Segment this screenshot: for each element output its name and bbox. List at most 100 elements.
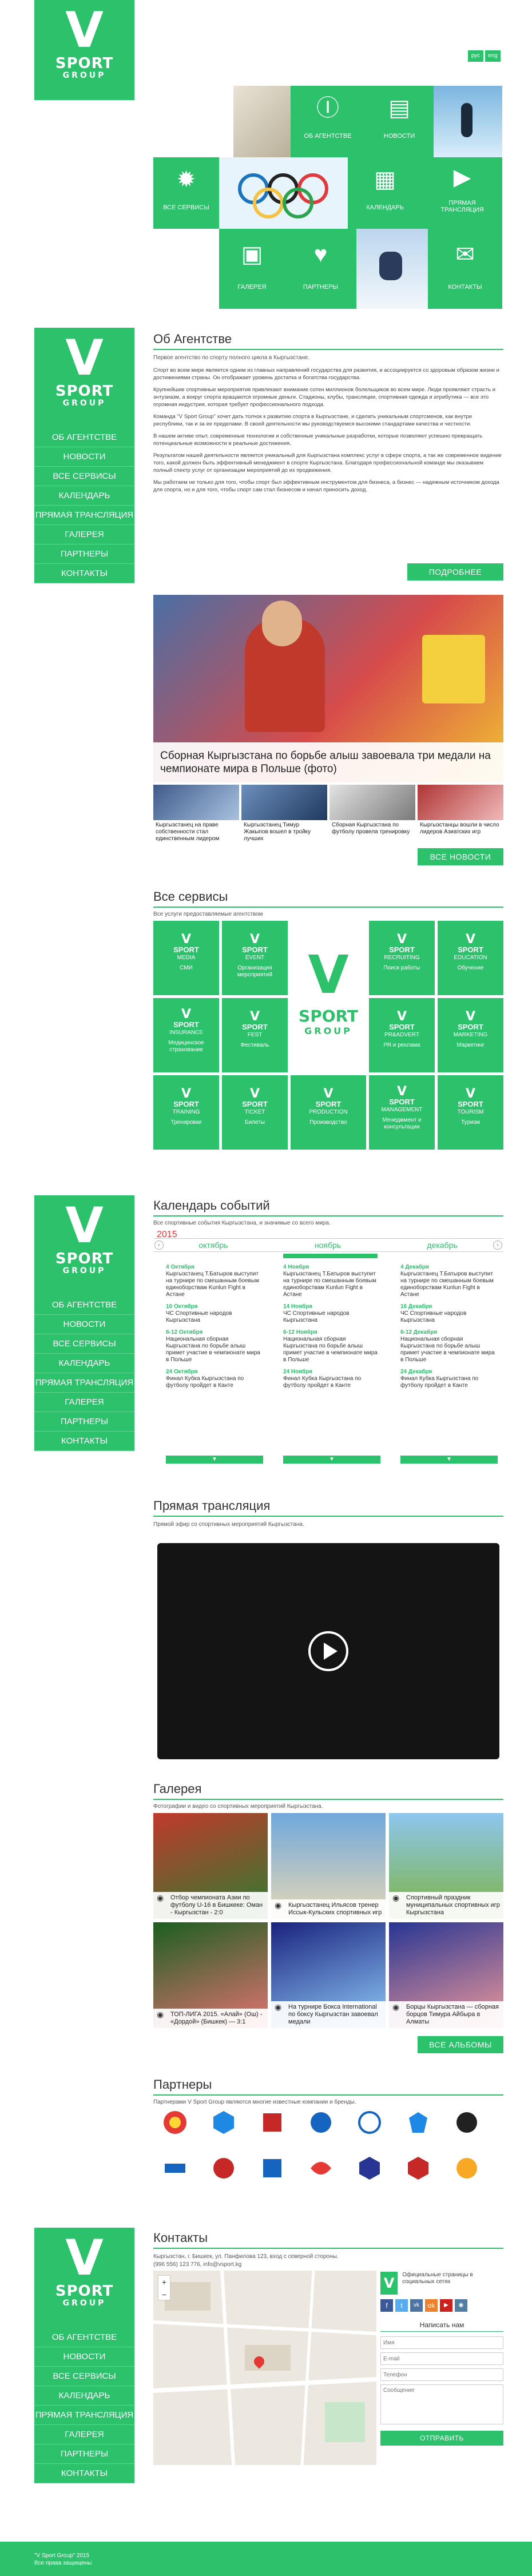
about-more-button[interactable]: ПОДРОБНЕЕ <box>407 563 503 581</box>
youtube-icon[interactable]: ▶ <box>440 2299 452 2312</box>
partner-logo[interactable] <box>157 2150 193 2186</box>
contacts-map[interactable]: + − <box>153 2271 376 2465</box>
event-item[interactable]: 4 Ноября Кыргызстанец Т.Батыров выступит … <box>283 1264 380 1298</box>
service-fest[interactable]: V SPORT FEST Фестиваль <box>222 998 288 1072</box>
event-item[interactable]: 4 Декабря Кыргызстанец Т.Батыров выступит… <box>400 1264 498 1298</box>
logo[interactable]: V SPORT GROUP <box>34 0 134 100</box>
gallery-item[interactable]: ◉ ТОП-ЛИГА 2015. «Алай» (Ош) - «Дордой» (… <box>153 1922 268 2028</box>
partner-logo[interactable] <box>449 2105 485 2140</box>
send-button[interactable]: ОТПРАВИТЬ <box>380 2431 503 2446</box>
partner-logo[interactable] <box>157 2105 193 2140</box>
event-item[interactable]: 24 Декабря Финал Кубка Кыргызстана по фут… <box>400 1369 498 1389</box>
partner-logo[interactable] <box>303 2150 339 2186</box>
nav-live[interactable]: ПРЯМАЯ ТРАНСЛЯЦИЯ <box>34 506 134 525</box>
service-marketing[interactable]: V SPORT MARKETING Маркетинг <box>438 998 503 1072</box>
about-logo[interactable]: V SPORT GROUP <box>34 328 134 428</box>
name-input[interactable] <box>380 2336 503 2349</box>
service-event[interactable]: V SPORT EVENT Организация мероприятий <box>222 921 288 995</box>
tile-contacts[interactable]: ✉ КОНТАКТЫ <box>428 229 502 309</box>
gallery-item[interactable]: ◉ Отбор чемпионата Азии по футболу U-16 в… <box>153 1813 268 1919</box>
news-headline-photo[interactable]: Сборная Кыргызстана по борьбе алыш завое… <box>153 595 503 782</box>
service-recruiting[interactable]: V SPORT RECRUITING Поиск работы <box>369 921 435 995</box>
instagram-icon[interactable]: ◉ <box>455 2299 467 2312</box>
gallery-item[interactable]: ◉ Спортивный праздник муниципальных спорт… <box>389 1813 503 1919</box>
tile-gallery[interactable]: ▣ ГАЛЕРЕЯ <box>219 229 285 309</box>
play-icon[interactable] <box>308 1631 348 1671</box>
nav-live[interactable]: ПРЯМАЯ ТРАНСЛЯЦИЯ <box>34 2406 134 2425</box>
event-item[interactable]: 6-12 Ноября Национальная сборная Кыргызст… <box>283 1329 380 1363</box>
twitter-icon[interactable]: t <box>395 2299 408 2312</box>
partner-logo[interactable] <box>400 2150 436 2186</box>
service-training[interactable]: V SPORT TRAINING Тренировки <box>153 1075 219 1150</box>
contacts-logo[interactable]: V SPORT GROUP <box>34 2228 134 2328</box>
nav-calendar[interactable]: КАЛЕНДАРЬ <box>34 2386 134 2406</box>
service-education[interactable]: V SPORT EDUCATION Обучение <box>438 921 503 995</box>
live-video-player[interactable] <box>157 1543 499 1759</box>
message-input[interactable] <box>380 2384 503 2424</box>
partner-logo[interactable] <box>352 2105 387 2140</box>
nav-partners[interactable]: ПАРТНЕРЫ <box>34 544 134 564</box>
all-news-button[interactable]: ВСЕ НОВОСТИ <box>418 848 503 865</box>
nav-about[interactable]: ОБ АГЕНТСТВЕ <box>34 2328 134 2347</box>
nav-services[interactable]: ВСЕ СЕРВИСЫ <box>34 467 134 486</box>
chevron-down-icon[interactable]: ▼ <box>400 1456 498 1464</box>
nav-gallery[interactable]: ГАЛЕРЕЯ <box>34 525 134 544</box>
facebook-icon[interactable]: f <box>380 2299 393 2312</box>
tile-live[interactable]: ▶ ПРЯМАЯ ТРАНСЛЯЦИЯ <box>422 157 502 229</box>
nav-services[interactable]: ВСЕ СЕРВИСЫ <box>34 1334 134 1354</box>
service-pr-advert[interactable]: V SPORT PR&ADVERT PR и реклама <box>369 998 435 1072</box>
nav-partners[interactable]: ПАРТНЕРЫ <box>34 2444 134 2464</box>
phone-input[interactable] <box>380 2368 503 2381</box>
event-item[interactable]: 6-12 Декабря Национальная сборная Кыргызс… <box>400 1329 498 1363</box>
nav-live[interactable]: ПРЯМАЯ ТРАНСЛЯЦИЯ <box>34 1373 134 1393</box>
nav-services[interactable]: ВСЕ СЕРВИСЫ <box>34 2367 134 2386</box>
nav-gallery[interactable]: ГАЛЕРЕЯ <box>34 1393 134 1412</box>
tile-partners[interactable]: ♥ ПАРТНЕРЫ <box>285 229 356 309</box>
news-item[interactable]: Кыргызстанец на праве собственности стал… <box>153 785 239 844</box>
nav-contacts[interactable]: КОНТАКТЫ <box>34 2464 134 2483</box>
vk-icon[interactable]: vk <box>410 2299 423 2312</box>
service-production[interactable]: V SPORT PRODUCTION Производство <box>291 1075 366 1150</box>
lang-en-button[interactable]: eng <box>485 50 501 62</box>
gallery-item[interactable]: ◉ Кыргызстанец Ильясов тренер Иссык-Кульс… <box>271 1813 386 1919</box>
calendar-logo[interactable]: V SPORT GROUP <box>34 1195 134 1295</box>
service-insurance[interactable]: V SPORT INSURANCE Медицинское страхование <box>153 998 219 1072</box>
event-item[interactable]: 6-12 Октября Национальная сборная Кыргызс… <box>166 1329 263 1363</box>
partner-logo[interactable] <box>449 2150 485 2186</box>
email-input[interactable] <box>380 2352 503 2365</box>
partner-logo[interactable] <box>255 2150 290 2186</box>
nav-news[interactable]: НОВОСТИ <box>34 447 134 467</box>
news-item[interactable]: Кыргызстанец Тимур Жакыпов вошел в тройк… <box>241 785 327 844</box>
partner-logo[interactable] <box>400 2105 436 2140</box>
month-current[interactable]: ноябрь <box>282 1241 374 1250</box>
zoom-controls[interactable]: + − <box>158 2275 170 2300</box>
nav-calendar[interactable]: КАЛЕНДАРЬ <box>34 1354 134 1373</box>
tile-all-services[interactable]: ✹ ВСЕ СЕРВИСЫ <box>153 157 219 229</box>
all-albums-button[interactable]: ВСЕ АЛЬБОМЫ <box>418 2036 503 2053</box>
nav-news[interactable]: НОВОСТИ <box>34 1315 134 1334</box>
month-prev[interactable]: октябрь <box>170 1241 256 1250</box>
lang-ru-button[interactable]: рус <box>468 50 483 62</box>
nav-about[interactable]: ОБ АГЕНТСТВЕ <box>34 428 134 447</box>
tile-calendar[interactable]: ▦ КАЛЕНДАРЬ <box>348 157 422 229</box>
partner-logo[interactable] <box>255 2105 290 2140</box>
nav-calendar[interactable]: КАЛЕНДАРЬ <box>34 486 134 506</box>
tile-about[interactable]: ⓘ ОБ АГЕНТСТВЕ <box>291 86 365 157</box>
news-item[interactable]: Кыргызстанцы вошли в число лидеров Азиат… <box>418 785 503 837</box>
service-ticket[interactable]: V SPORT TICKET Билеты <box>222 1075 288 1150</box>
nav-contacts[interactable]: КОНТАКТЫ <box>34 564 134 583</box>
news-headline[interactable]: Сборная Кыргызстана по борьбе алыш завое… <box>160 749 498 776</box>
event-item[interactable]: 4 Октября Кыргызстанец Т.Батыров выступит… <box>166 1264 263 1298</box>
service-media[interactable]: V SPORT MEDIA СМИ <box>153 921 219 995</box>
nav-about[interactable]: ОБ АГЕНТСТВЕ <box>34 1295 134 1315</box>
chevron-right-icon[interactable]: › <box>493 1241 502 1250</box>
event-item[interactable]: 14 Ноября ЧС Спортивные народов Кыргызста… <box>283 1303 380 1324</box>
gallery-item[interactable]: ◉ Борцы Кыргызстана — сборная борцов Тиму… <box>389 1922 503 2028</box>
event-item[interactable]: 24 Ноября Финал Кубка Кыргызстана по футб… <box>283 1369 380 1389</box>
partner-logo[interactable] <box>206 2105 241 2140</box>
nav-news[interactable]: НОВОСТИ <box>34 2347 134 2367</box>
nav-partners[interactable]: ПАРТНЕРЫ <box>34 1412 134 1432</box>
service-tourism[interactable]: V SPORT TOURISM Туризм <box>438 1075 503 1150</box>
event-item[interactable]: 16 Декабря ЧС Спортивные народов Кыргызст… <box>400 1303 498 1324</box>
event-item[interactable]: 24 Октября Финал Кубка Кыргызстана по фут… <box>166 1369 263 1389</box>
